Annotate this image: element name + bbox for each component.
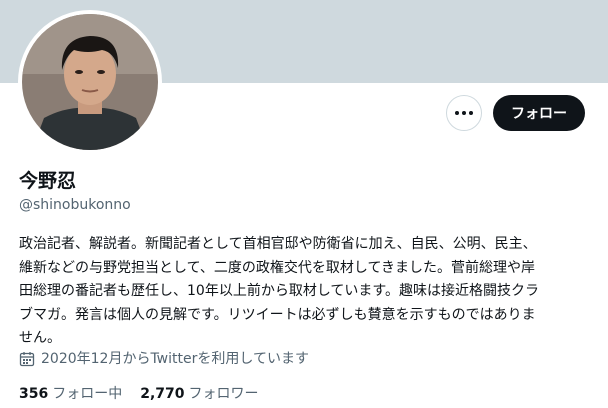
avatar[interactable] [22, 14, 158, 150]
calendar-icon [19, 352, 35, 367]
avatar-frame [18, 10, 162, 154]
following-count: 356 [19, 386, 49, 402]
profile-bio: 政治記者、解説者。新聞記者として首相官邸や防衛省に加え、自民、公明、民主、 維新… [19, 233, 585, 351]
bio-line: 維新などの与野党担当として、二度の政権交代を取材してきました。菅前総理や岸 [19, 259, 536, 276]
bio-line: せん。 [19, 330, 61, 346]
more-horizontal-icon [455, 111, 473, 115]
followers-link[interactable]: 2,770 フォロワー [140, 384, 258, 404]
joined-text: 2020年12月からTwitterを利用しています [41, 351, 309, 367]
followers-count: 2,770 [140, 386, 185, 402]
display-name: 今野忍 [19, 170, 77, 192]
bio-line: ブマガ。発言は個人の見解です。リツイートは必ずしも賛意を示すものではありま [19, 306, 536, 323]
user-handle: @shinobukonno [19, 197, 131, 213]
following-label: フォロー中 [52, 386, 123, 402]
following-link[interactable]: 356 フォロー中 [19, 384, 122, 404]
more-options-button[interactable] [446, 95, 482, 131]
follow-stats: 356 フォロー中 2,770 フォロワー [19, 384, 259, 404]
bio-line: 政治記者、解説者。新聞記者として首相官邸や防衛省に加え、自民、公明、民主、 [19, 236, 537, 252]
follow-button[interactable]: フォロー [493, 95, 585, 131]
followers-label: フォロワー [188, 386, 259, 402]
bio-line: 田総理の番記者も歴任し、10年以上前から取材しています。趣味は接近格闘技クラ [19, 283, 539, 299]
joined-date: 2020年12月からTwitterを利用しています [19, 350, 309, 368]
